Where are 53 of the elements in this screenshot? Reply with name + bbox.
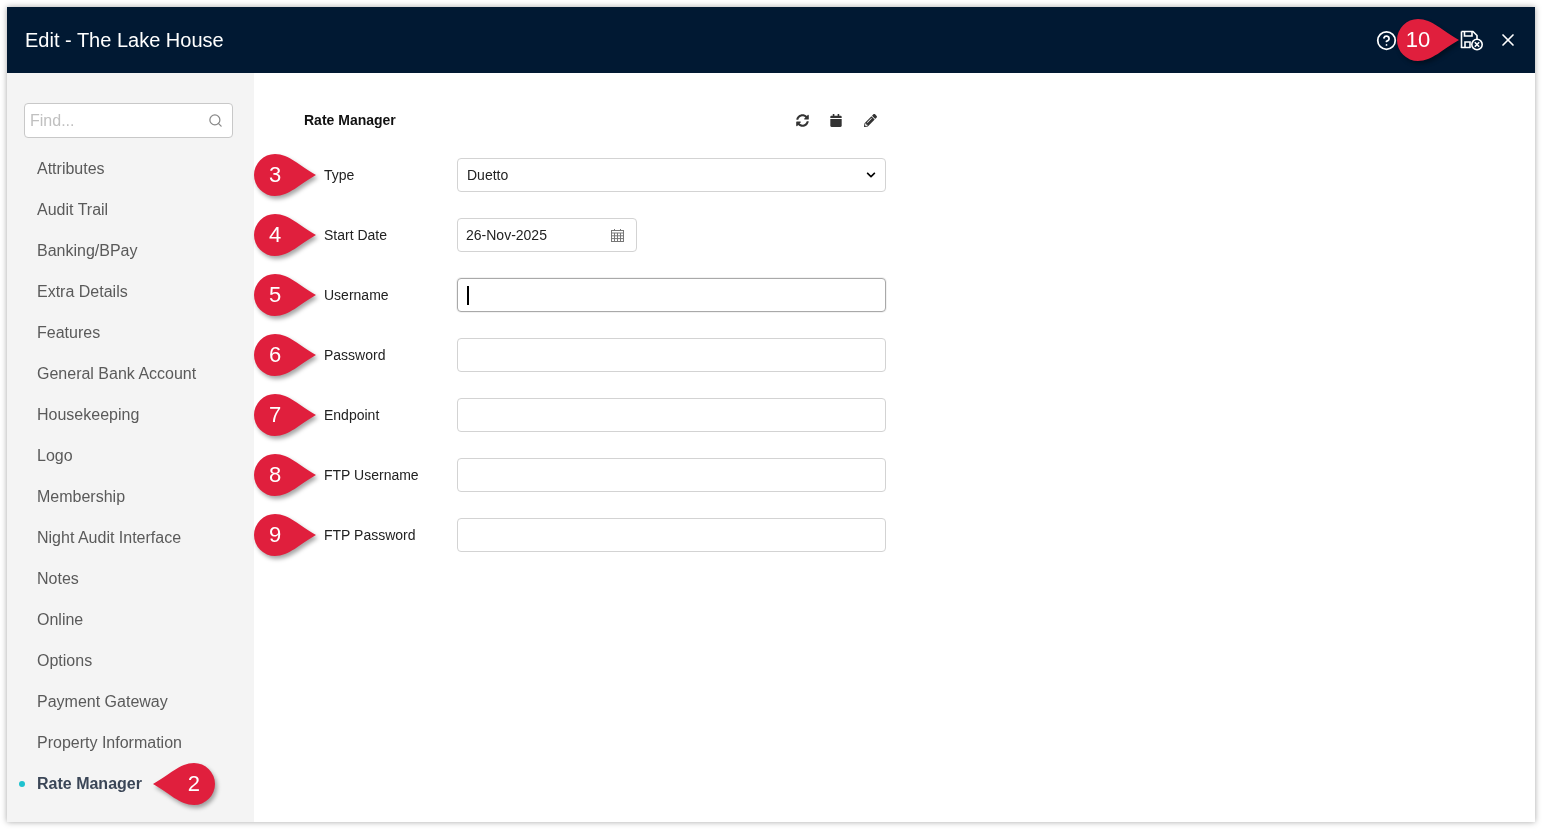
save-cancel-button[interactable] bbox=[1459, 28, 1485, 52]
callout-marker: 3 bbox=[254, 154, 316, 196]
callout-marker: 4 bbox=[254, 214, 316, 256]
callout-marker: 8 bbox=[254, 454, 316, 496]
sidebar-item[interactable]: Rate Manager bbox=[37, 771, 142, 796]
callout-marker: 5 bbox=[254, 274, 316, 316]
field-label: Start Date bbox=[324, 225, 389, 245]
sidebar-item[interactable]: Payment Gateway bbox=[37, 689, 168, 714]
sidebar-item[interactable]: Features bbox=[37, 320, 101, 345]
sidebar-item[interactable]: Online bbox=[37, 607, 84, 632]
field-label: Password bbox=[324, 345, 387, 365]
dropdown[interactable]: Duetto bbox=[457, 158, 886, 192]
text-field[interactable] bbox=[457, 398, 886, 432]
callout-marker: 9 bbox=[254, 514, 316, 556]
search-field[interactable]: Find... bbox=[24, 103, 233, 138]
sidebar-item[interactable]: Membership bbox=[37, 484, 126, 509]
sidebar-item[interactable]: General Bank Account bbox=[37, 361, 197, 386]
help-icon bbox=[1375, 29, 1397, 51]
search-icon bbox=[208, 113, 223, 128]
pencil-icon bbox=[863, 113, 877, 127]
window-title: Edit - The Lake House bbox=[25, 28, 224, 53]
callout-marker: 7 bbox=[254, 394, 316, 436]
text-cursor-icon bbox=[467, 285, 469, 305]
callout-marker: 10 bbox=[1397, 19, 1459, 61]
sidebar-item[interactable]: Audit Trail bbox=[37, 197, 109, 222]
field-label: Endpoint bbox=[324, 405, 381, 425]
refresh-icon bbox=[795, 113, 809, 127]
sidebar-item[interactable]: Housekeeping bbox=[37, 402, 140, 427]
sidebar-item[interactable]: Options bbox=[37, 648, 93, 673]
calendar-icon bbox=[830, 113, 842, 127]
sidebar-item[interactable]: Attributes bbox=[37, 156, 105, 181]
field-label: Username bbox=[324, 285, 390, 305]
text-field[interactable] bbox=[457, 458, 886, 492]
sidebar-item[interactable]: Night Audit Interface bbox=[37, 525, 182, 550]
sidebar-item[interactable]: Notes bbox=[37, 566, 79, 591]
field-label: Type bbox=[324, 165, 356, 185]
floppy-disk-x-icon bbox=[1460, 29, 1484, 51]
text-field[interactable] bbox=[457, 338, 886, 372]
help-button[interactable] bbox=[1375, 29, 1397, 51]
callout-marker: 2 bbox=[152, 762, 215, 805]
date-field[interactable]: 26-Nov-2025 bbox=[457, 218, 637, 252]
sidebar-item[interactable]: Logo bbox=[37, 443, 73, 468]
field-label: FTP Username bbox=[324, 465, 420, 485]
panel-title: Rate Manager bbox=[304, 110, 396, 130]
text-field[interactable] bbox=[457, 278, 886, 312]
sidebar-item[interactable]: Banking/BPay bbox=[37, 238, 138, 263]
field-label: FTP Password bbox=[324, 525, 417, 545]
text-field[interactable] bbox=[457, 518, 886, 552]
callout-marker: 6 bbox=[254, 334, 316, 376]
calendar-icon bbox=[611, 228, 624, 242]
chevron-down-icon bbox=[866, 170, 876, 180]
sidebar-item[interactable]: Property Information bbox=[37, 730, 182, 755]
sidebar-item[interactable]: Extra Details bbox=[37, 279, 128, 304]
